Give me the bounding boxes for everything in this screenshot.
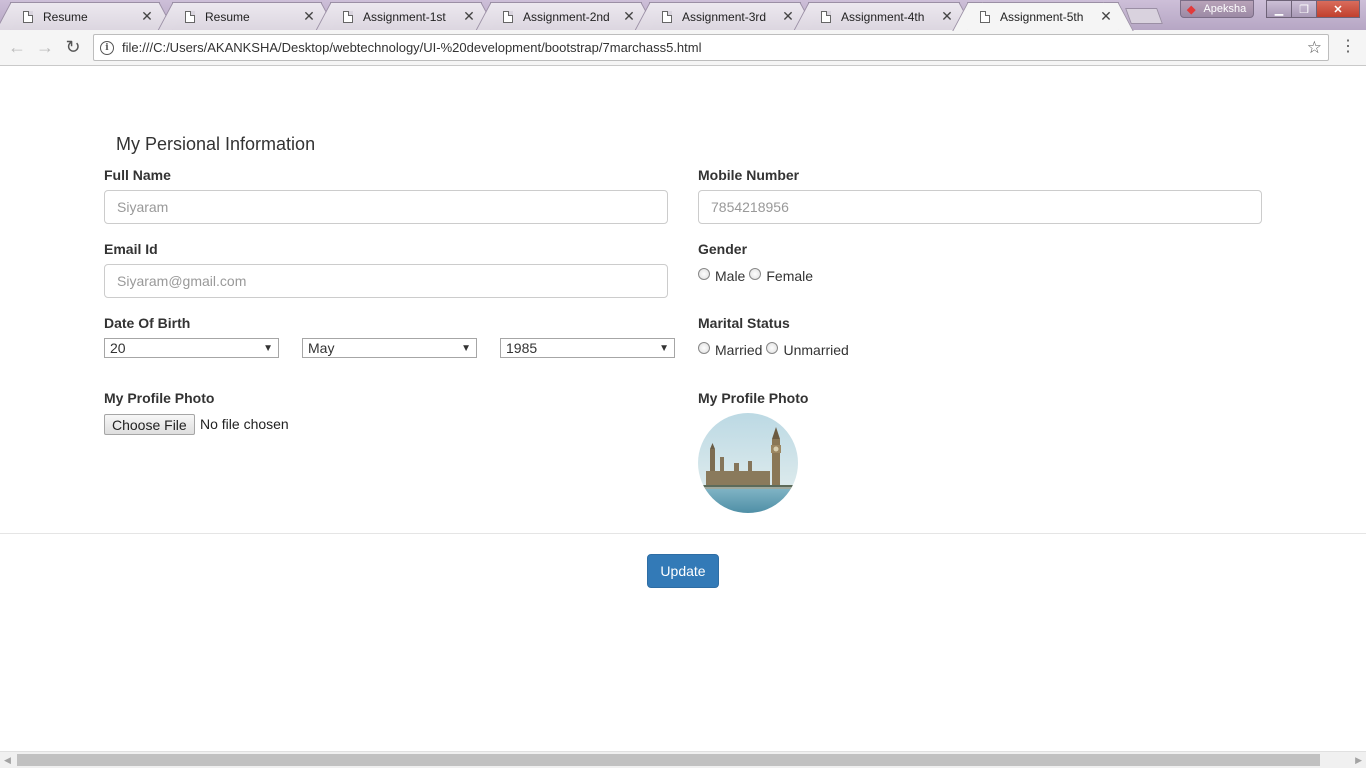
document-icon: [343, 10, 353, 23]
marital-unmarried-label: Unmarried: [783, 342, 849, 358]
close-icon[interactable]: ✕: [621, 8, 637, 25]
photo-upload-label: My Profile Photo: [104, 390, 215, 406]
gender-label: Gender: [698, 241, 748, 257]
document-icon: [821, 10, 831, 23]
section-title: My Persional Information: [116, 134, 316, 154]
document-icon: [662, 10, 672, 23]
full-name-label: Full Name: [104, 167, 171, 183]
close-icon[interactable]: ✕: [139, 8, 155, 25]
dob-year-select[interactable]: 1985 ▼: [500, 338, 675, 358]
tab-assignment-4th[interactable]: Assignment-4th ✕: [808, 2, 960, 30]
photo-preview-label: My Profile Photo: [698, 390, 809, 406]
gender-male-label: Male: [715, 268, 746, 284]
divider: [0, 533, 1366, 534]
chevron-down-icon: ▼: [263, 342, 273, 354]
gender-options: Male Female: [698, 268, 817, 284]
forward-arrow-icon[interactable]: →: [34, 36, 56, 58]
tab-title: Assignment-2nd: [523, 9, 610, 24]
document-icon: [23, 10, 33, 23]
scroll-right-icon[interactable]: ▶: [1355, 755, 1362, 766]
tab-title: Resume: [43, 9, 88, 24]
close-icon[interactable]: ✕: [780, 8, 796, 25]
close-icon[interactable]: ✕: [301, 8, 317, 25]
info-icon[interactable]: i: [100, 40, 114, 55]
file-status: No file chosen: [200, 416, 289, 432]
star-icon[interactable]: ☆: [1307, 38, 1322, 58]
gender-male-radio[interactable]: [698, 268, 710, 280]
back-arrow-icon[interactable]: ←: [6, 36, 28, 58]
marital-options: Married Unmarried: [698, 342, 853, 358]
dob-day-select[interactable]: 20 ▼: [104, 338, 279, 358]
document-icon: [185, 10, 195, 23]
close-icon[interactable]: ✕: [1098, 8, 1114, 25]
email-label: Email Id: [104, 241, 158, 257]
marital-married-radio[interactable]: [698, 342, 710, 354]
marital-married-label: Married: [715, 342, 763, 358]
profile-name: Apeksha: [1203, 3, 1247, 15]
choose-file-button[interactable]: Choose File: [104, 414, 195, 435]
mobile-label: Mobile Number: [698, 167, 800, 183]
dob-year-value: 1985: [506, 340, 538, 356]
document-icon: [503, 10, 513, 23]
scrollbar-thumb[interactable]: [17, 754, 1320, 766]
scroll-left-icon[interactable]: ◀: [4, 755, 11, 766]
chevron-down-icon: ▼: [461, 342, 471, 354]
gender-female-radio[interactable]: [749, 268, 762, 280]
tab-assignment-1st[interactable]: Assignment-1st ✕: [330, 2, 482, 30]
profile-icon: ◆: [1187, 3, 1196, 16]
mobile-input[interactable]: [698, 190, 1262, 224]
close-icon[interactable]: ✕: [461, 8, 477, 25]
full-name-input[interactable]: [104, 190, 668, 224]
close-icon[interactable]: ✕: [939, 8, 955, 25]
dob-label: Date Of Birth: [104, 315, 191, 331]
dob-month-value: May: [308, 340, 335, 356]
document-icon: [980, 10, 990, 23]
window-controls: ▁ ❐ ✕: [1266, 0, 1360, 18]
minimize-button[interactable]: ▁: [1266, 0, 1292, 18]
tab-title: Assignment-3rd: [682, 9, 767, 24]
tab-title: Resume: [205, 9, 250, 24]
tab-assignment-5th[interactable]: Assignment-5th ✕: [967, 2, 1119, 30]
tab-title: Assignment-1st: [363, 9, 446, 24]
dob-day-value: 20: [110, 340, 126, 356]
url-text[interactable]: file:///C:/Users/AKANKSHA/Desktop/webtec…: [122, 40, 1307, 55]
tab-resume-2[interactable]: Resume ✕: [172, 2, 322, 30]
marital-unmarried-radio[interactable]: [766, 342, 779, 354]
email-input[interactable]: [104, 264, 668, 298]
reload-icon[interactable]: ↻: [62, 36, 84, 58]
maximize-button[interactable]: ❐: [1291, 0, 1317, 18]
profile-photo: [698, 413, 798, 513]
profile-button[interactable]: ◆ Apeksha: [1180, 0, 1254, 18]
tab-strip: Resume ✕ Resume ✕ Assignment-1st ✕ Assig…: [0, 0, 1366, 30]
tab-title: Assignment-4th: [841, 9, 925, 24]
menu-icon[interactable]: ⋮: [1340, 38, 1356, 56]
browser-toolbar: ← → ↻ i file:///C:/Users/AKANKSHA/Deskto…: [0, 30, 1366, 66]
window-close-button[interactable]: ✕: [1316, 0, 1360, 18]
chevron-down-icon: ▼: [659, 342, 669, 354]
tab-title: Assignment-5th: [1000, 9, 1084, 24]
tab-resume-1[interactable]: Resume ✕: [10, 2, 160, 30]
gender-female-label: Female: [766, 268, 814, 284]
tab-assignment-3rd[interactable]: Assignment-3rd ✕: [649, 2, 801, 30]
update-button[interactable]: Update: [647, 554, 719, 588]
address-bar[interactable]: i file:///C:/Users/AKANKSHA/Desktop/webt…: [93, 34, 1329, 61]
tab-assignment-2nd[interactable]: Assignment-2nd ✕: [490, 2, 642, 30]
new-tab-button[interactable]: [1125, 8, 1163, 24]
horizontal-scrollbar[interactable]: ◀ ▶: [0, 751, 1366, 768]
dob-month-select[interactable]: May ▼: [302, 338, 477, 358]
marital-label: Marital Status: [698, 315, 790, 331]
